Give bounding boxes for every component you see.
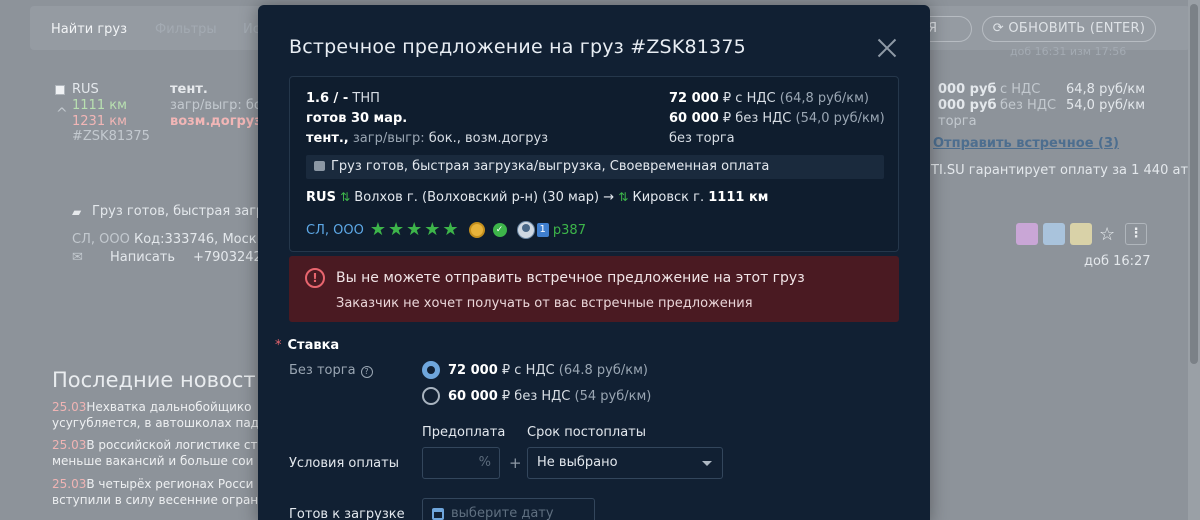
close-icon[interactable] <box>875 36 899 60</box>
coin-badge-icon <box>468 222 485 238</box>
refresh-icon: ⟳ <box>992 21 1009 36</box>
counter-offer-modal: Встречное предложение на груз #ZSK81375 … <box>258 5 930 520</box>
collapse-chevron-icon[interactable]: ^ <box>56 106 68 122</box>
plus-sign: + <box>509 454 522 472</box>
rate-section-label: * Ставка <box>275 338 340 353</box>
calendar-icon <box>432 508 444 520</box>
cargo-details: 1.6 / - ТНП готов 30 мар. тент., загр/вы… <box>306 91 549 146</box>
alert-title: Вы не можете отправить встречное предлож… <box>336 270 805 286</box>
news-title: Последние новост <box>52 368 256 392</box>
warning-icon: ! <box>305 268 325 288</box>
radio-checked-icon[interactable] <box>422 361 440 379</box>
star-icon: ★ <box>387 219 405 240</box>
rating-stars: ★ ★ ★ ★ ★ <box>370 221 461 239</box>
payment-terms-label: Условия оплаты <box>289 456 399 471</box>
news-item[interactable]: 25.03Нехватка дальнобойщико <box>52 400 252 414</box>
ready-to-load-label: Готов к загрузке <box>289 507 405 520</box>
news-item[interactable]: 25.03В российской логистике ст <box>52 438 258 452</box>
comment-icon: ▰ <box>72 205 82 219</box>
news-item[interactable]: 25.03В четырёх регионах Росси <box>52 477 253 491</box>
star-icon: ★ <box>424 219 441 240</box>
tab-filters[interactable]: Фильтры <box>155 22 217 37</box>
star-icon: ★ <box>369 219 386 240</box>
alert-subtitle: Заказчик не хочет получать от вас встреч… <box>336 296 753 311</box>
rate-option-novat[interactable]: 60 000 ₽ без НДС (54 руб/км) <box>422 387 651 405</box>
more-menu-icon[interactable]: ⋮ <box>1125 223 1147 245</box>
error-alert: ! Вы не можете отправить встречное предл… <box>289 256 899 322</box>
cargo-card: 1.6 / - ТНП готов 30 мар. тент., загр/вы… <box>289 76 899 252</box>
prepay-percent-input[interactable]: % <box>422 447 500 479</box>
cargo-route: RUS ⇅ Волхов г. (Волховский р-н) (30 мар… <box>306 190 769 205</box>
rating-link[interactable]: р387 <box>553 223 586 238</box>
rate-option-vat[interactable]: 72 000 ₽ с НДС (64.8 руб/км) <box>422 361 648 379</box>
modal-title: Встречное предложение на груз #ZSK81375 <box>289 36 746 58</box>
user-avatar-icon <box>516 221 535 239</box>
loading-truck-icon: ⇅ <box>340 190 351 204</box>
tab-find-cargo[interactable]: Найти груз <box>51 22 127 37</box>
chevron-down-icon <box>702 461 712 466</box>
verified-check-icon: ✓ <box>492 223 507 237</box>
hide-icon[interactable] <box>1070 223 1092 245</box>
prepay-label: Предоплата <box>422 425 506 440</box>
company-link[interactable]: СЛ, ООО <box>306 223 364 238</box>
count-badge: 1 <box>536 223 549 237</box>
write-link[interactable]: Написать <box>110 250 175 265</box>
help-icon[interactable]: ? <box>360 366 373 378</box>
no-bargain-label: Без торга? <box>289 363 373 378</box>
page-scrollbar[interactable] <box>1188 0 1200 520</box>
load-date-input[interactable]: выберите дату <box>422 498 595 520</box>
send-offer-link[interactable]: Отправить встречное (3) <box>933 136 1119 151</box>
cargo-comment: Груз готов, быстрая загрузка/выгрузка, С… <box>306 155 884 179</box>
unloading-truck-icon: ⇅ <box>618 190 629 204</box>
mail-icon: ✉ <box>72 250 83 265</box>
row-checkbox[interactable] <box>55 85 65 95</box>
background-button[interactable]: Я <box>926 16 972 42</box>
cargo-prices: 72 000 ₽ с НДС (64,8 руб/км) 60 000 ₽ бе… <box>669 91 885 146</box>
refresh-button[interactable]: ⟳ ОБНОВИТЬ (ENTER) <box>982 16 1156 42</box>
star-icon: ★ <box>406 219 423 240</box>
company-row: СЛ, ООО ★ ★ ★ ★ ★ ✓ 1 р387 <box>306 220 586 240</box>
star-icon: ★ <box>442 219 459 240</box>
radio-unchecked-icon[interactable] <box>422 387 440 405</box>
scrollbar-thumb[interactable] <box>1190 4 1198 364</box>
favorite-star-icon[interactable]: ☆ <box>1099 224 1115 245</box>
postpay-select[interactable]: Не выбрано <box>527 447 723 479</box>
postpay-label: Срок постоплаты <box>527 425 647 440</box>
info-icon[interactable] <box>1016 223 1038 245</box>
background-timestamps: доб 16:31 изм 17:56 <box>1010 45 1127 58</box>
chat-icon[interactable] <box>1043 223 1065 245</box>
comment-icon <box>314 161 325 171</box>
